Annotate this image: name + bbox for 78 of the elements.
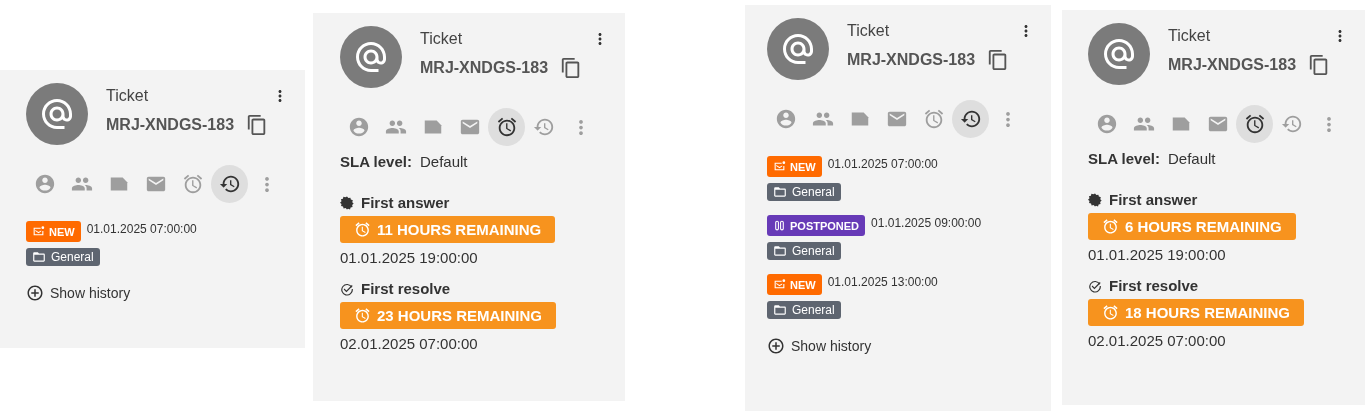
remaining-time-badge: 23 HOURS REMAINING bbox=[340, 302, 557, 329]
alarm-clock-icon bbox=[1102, 218, 1119, 235]
person-icon bbox=[33, 173, 56, 195]
icon-tab[interactable] bbox=[488, 108, 525, 146]
alarm-clock-icon bbox=[495, 116, 518, 138]
more-icon[interactable] bbox=[1337, 29, 1343, 43]
group-tag: General bbox=[767, 183, 841, 201]
show-history-link[interactable]: Show history bbox=[767, 337, 872, 355]
sla-item-title: First answer bbox=[361, 194, 450, 211]
show-history-link[interactable]: Show history bbox=[26, 284, 131, 302]
state-badge: NEW bbox=[26, 221, 81, 242]
history-icon bbox=[532, 116, 555, 138]
due-date: 02.01.2025 07:00:00 bbox=[1088, 332, 1226, 349]
folder-icon bbox=[773, 303, 787, 317]
remaining-time-badge: 18 HOURS REMAINING bbox=[1088, 299, 1305, 326]
group-tag: General bbox=[767, 242, 841, 260]
pause-icon bbox=[773, 219, 786, 232]
person-icon bbox=[1095, 113, 1118, 135]
check-circle-icon bbox=[340, 281, 354, 296]
ticket-label: Ticket bbox=[106, 87, 150, 105]
due-date: 01.01.2025 19:00:00 bbox=[1088, 246, 1226, 263]
icon-tab[interactable] bbox=[952, 100, 989, 138]
entry-timestamp: 01.01.2025 13:00:00 bbox=[827, 275, 938, 289]
ticket-number: MRJ-XNDGS-183 bbox=[1168, 56, 1297, 74]
icon-tab[interactable] bbox=[1236, 105, 1273, 143]
group-tag: General bbox=[767, 301, 841, 319]
alarm-clock-icon bbox=[354, 307, 371, 324]
history-icon bbox=[218, 173, 241, 195]
state-badge: NEW bbox=[767, 274, 822, 295]
check-circle-icon bbox=[1088, 278, 1102, 293]
remaining-time-badge: 6 HOURS REMAINING bbox=[1088, 213, 1296, 240]
envelope-icon bbox=[773, 278, 786, 291]
folder-icon bbox=[773, 185, 787, 199]
more-icon[interactable] bbox=[1023, 24, 1029, 38]
more-icon bbox=[1326, 116, 1331, 132]
alarm-clock-icon bbox=[354, 221, 371, 238]
folder-icon bbox=[773, 244, 787, 258]
alarm-clock-icon bbox=[922, 108, 945, 130]
envelope-icon bbox=[773, 160, 786, 173]
more-icon bbox=[264, 176, 269, 192]
sla-item-title: First answer bbox=[1109, 191, 1198, 208]
more-icon[interactable] bbox=[277, 89, 283, 103]
state-badge: POSTPONED bbox=[767, 215, 866, 236]
more-icon bbox=[578, 119, 583, 135]
remaining-time-badge: 11 HOURS REMAINING bbox=[340, 216, 556, 243]
entry-timestamp: 01.01.2025 09:00:00 bbox=[871, 216, 982, 230]
history-icon bbox=[959, 108, 982, 130]
envelope-icon bbox=[32, 225, 45, 238]
entry-timestamp: 01.01.2025 07:00:00 bbox=[827, 157, 938, 171]
seal-icon bbox=[340, 195, 354, 210]
folder-icon bbox=[32, 250, 46, 264]
sla-item-title: First resolve bbox=[361, 280, 451, 297]
more-icon[interactable] bbox=[597, 32, 603, 46]
state-badge: NEW bbox=[767, 156, 822, 177]
group-tag: General bbox=[26, 248, 100, 266]
sla-level-label: SLA level: bbox=[340, 153, 412, 170]
icon-tab[interactable] bbox=[211, 165, 248, 203]
person-icon bbox=[774, 108, 797, 130]
due-date: 01.01.2025 19:00:00 bbox=[340, 249, 478, 266]
alarm-clock-icon bbox=[1243, 113, 1266, 135]
sla-item-title: First resolve bbox=[1109, 277, 1199, 294]
ticket-label: Ticket bbox=[847, 22, 891, 40]
ticket-number: MRJ-XNDGS-183 bbox=[420, 59, 549, 77]
alarm-clock-icon bbox=[1102, 304, 1119, 321]
entry-timestamp: 01.01.2025 07:00:00 bbox=[86, 222, 197, 236]
sla-level-label: SLA level: bbox=[1088, 150, 1160, 167]
more-icon bbox=[1005, 111, 1010, 127]
due-date: 02.01.2025 07:00:00 bbox=[340, 335, 478, 352]
ticket-label: Ticket bbox=[420, 30, 464, 48]
sla-level-value: Default bbox=[419, 153, 468, 170]
seal-icon bbox=[1088, 192, 1102, 207]
ticket-number: MRJ-XNDGS-183 bbox=[847, 51, 976, 69]
ticket-number: MRJ-XNDGS-183 bbox=[106, 116, 235, 134]
person-icon bbox=[347, 116, 370, 138]
sla-level-value: Default bbox=[1167, 150, 1216, 167]
ticket-label: Ticket bbox=[1168, 27, 1212, 45]
history-icon bbox=[1280, 113, 1303, 135]
alarm-clock-icon bbox=[181, 173, 204, 195]
